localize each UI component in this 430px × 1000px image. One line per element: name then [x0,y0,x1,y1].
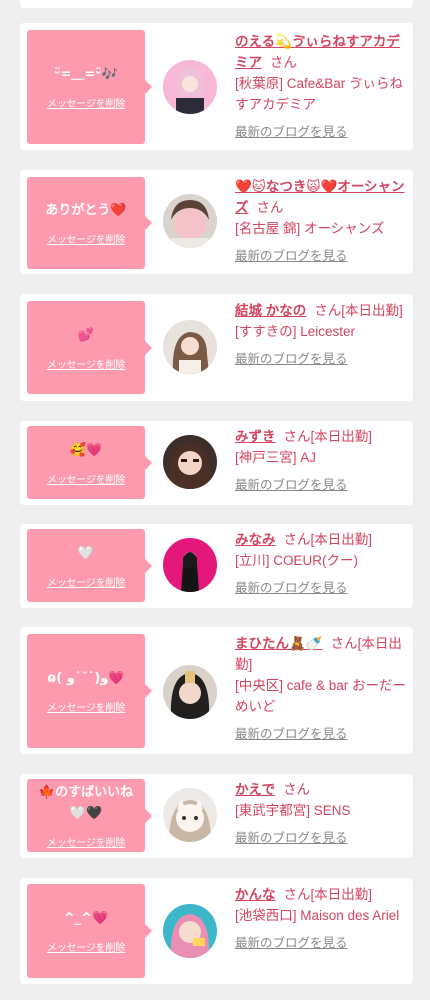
entry-info: のえる💫ゔぃらねすアカデミア さん [秋葉原] Cafe&Bar ゔぃらねすアカデ… [235,31,407,143]
entry-info: かえで さん [東武宇都宮] SENS 最新のブログを見る [235,779,407,849]
entry-info: ❤️🐱なつき🙀❤️オーシャンズ さん [名古屋 錦] オーシャンズ 最新のブログを… [235,176,407,267]
previous-card-edge [20,0,413,8]
message-card: ɷ( و˙˘˙)و💗 メッセージを削除 まひたん🧸🍼 さん[本日出勤] [中央区]… [20,627,413,754]
avatar-photo-icon[interactable] [163,904,217,958]
message-card: ᵕ̈=＿=ᵕ̈🎶 メッセージを削除 のえる💫ゔぃらねすアカデミア さん [秋葉原]… [20,23,413,150]
entry-info: まひたん🧸🍼 さん[本日出勤] [中央区] cafe & bar おーだーめいど … [235,633,407,745]
avatar-photo-icon[interactable] [163,60,217,114]
shop-location: [名古屋 錦] オーシャンズ [235,221,385,236]
message-bubble: 🍁のすばいいね 🤍🖤 メッセージを削除 [27,779,152,852]
shop-location: [立川] COEUR(クー) [235,553,358,568]
cast-name-link[interactable]: かんな [235,887,276,902]
message-bubble: ɷ( و˙˘˙)و💗 メッセージを削除 [27,634,152,748]
delete-message-link[interactable]: メッセージを削除 [47,834,125,849]
latest-blog-link[interactable]: 最新のブログを見る [235,578,348,599]
delete-message-link[interactable]: メッセージを削除 [47,574,125,589]
cast-name-link[interactable]: みなみ [235,532,276,547]
message-card: 🍁のすばいいね 🤍🖤 メッセージを削除 かえで さん [東武宇都宮] SENS 最… [20,774,413,858]
latest-blog-link[interactable]: 最新のブログを見る [235,828,348,849]
shop-location: [秋葉原] Cafe&Bar ゔぃらねすアカデミア [235,76,404,112]
message-bubble: ᵕ̈=＿=ᵕ̈🎶 メッセージを削除 [27,30,152,144]
message-bubble: 🥰💗 メッセージを削除 [27,426,152,499]
message-bubble: ありがとう❤️ メッセージを削除 [27,177,152,269]
entry-info: 結城 かなの さん[本日出勤] [すすきの] Leicester 最新のブログを見… [235,300,407,370]
message-text: 🥰💗 [69,442,103,458]
cast-status: さん [256,200,284,215]
shop-location: [神戸三宮] AJ [235,450,317,465]
message-text: ありがとう❤️ [45,203,127,218]
cast-name-link[interactable]: のえる💫ゔぃらねすアカデミア [235,34,400,70]
cast-status: さん[本日出勤] [283,887,373,902]
message-text: 🍁のすばいいね 🤍🖤 [38,785,134,821]
cast-name-link[interactable]: まひたん🧸🍼 [235,636,323,651]
delete-message-link[interactable]: メッセージを削除 [47,471,125,486]
shop-location: [東武宇都宮] SENS [235,803,351,818]
cast-status: さん[本日出勤] [283,429,373,444]
message-text: ᵕ̈=＿=ᵕ̈🎶 [54,67,118,82]
message-bubble: 💕 メッセージを削除 [27,301,152,394]
message-bubble: ^_^💗 メッセージを削除 [27,884,152,978]
cast-name-link[interactable]: みずき [235,429,276,444]
message-card: 💕 メッセージを削除 結城 かなの さん[本日出勤] [すすきの] Leicest… [20,294,413,401]
avatar-photo-icon[interactable] [163,665,217,719]
message-text: ɷ( و˙˘˙)و💗 [47,671,125,686]
shop-location: [すすきの] Leicester [235,324,356,339]
entry-info: みずき さん[本日出勤] [神戸三宮] AJ 最新のブログを見る [235,426,407,496]
latest-blog-link[interactable]: 最新のブログを見る [235,933,348,954]
cast-status: さん [270,55,297,70]
message-card: 🤍 メッセージを削除 みなみ さん[本日出勤] [立川] COEUR(クー) 最新… [20,524,413,608]
message-text: 💕 [77,327,95,343]
delete-message-link[interactable]: メッセージを削除 [47,939,125,954]
delete-message-link[interactable]: メッセージを削除 [47,231,125,246]
latest-blog-link[interactable]: 最新のブログを見る [235,246,348,267]
cast-status: さん[本日出勤] [283,532,373,547]
latest-blog-link[interactable]: 最新のブログを見る [235,122,348,143]
delete-message-link[interactable]: メッセージを削除 [47,356,125,371]
message-text: ^_^💗 [63,911,109,926]
message-bubble: 🤍 メッセージを削除 [27,529,152,602]
delete-message-link[interactable]: メッセージを削除 [47,699,125,714]
cast-status: さん [283,782,311,797]
message-card: ありがとう❤️ メッセージを削除 ❤️🐱なつき🙀❤️オーシャンズ さん [名古屋 … [20,170,413,274]
message-card: ^_^💗 メッセージを削除 かんな さん[本日出勤] [池袋西口] Maison … [20,878,413,984]
avatar-photo-icon[interactable] [163,788,217,842]
delete-message-link[interactable]: メッセージを削除 [47,95,125,110]
avatar-photo-icon[interactable] [163,538,217,592]
shop-location: [池袋西口] Maison des Ariel [235,908,400,923]
latest-blog-link[interactable]: 最新のブログを見る [235,724,348,745]
message-card: 🥰💗 メッセージを削除 みずき さん[本日出勤] [神戸三宮] AJ 最新のブログ… [20,421,413,505]
entry-info: みなみ さん[本日出勤] [立川] COEUR(クー) 最新のブログを見る [235,529,407,599]
cast-name-link[interactable]: かえで [235,782,275,797]
latest-blog-link[interactable]: 最新のブログを見る [235,349,348,370]
latest-blog-link[interactable]: 最新のブログを見る [235,475,348,496]
cast-status: さん[本日出勤] [314,303,403,318]
avatar-photo-icon[interactable] [163,320,217,374]
shop-location: [中央区] cafe & bar おーだーめいど [235,678,407,714]
avatar-photo-icon[interactable] [163,435,217,489]
avatar-photo-icon[interactable] [163,194,217,248]
message-text: 🤍 [77,545,95,561]
cast-name-link[interactable]: 結城 かなの [235,303,306,318]
entry-info: かんな さん[本日出勤] [池袋西口] Maison des Ariel 最新のブ… [235,884,407,954]
